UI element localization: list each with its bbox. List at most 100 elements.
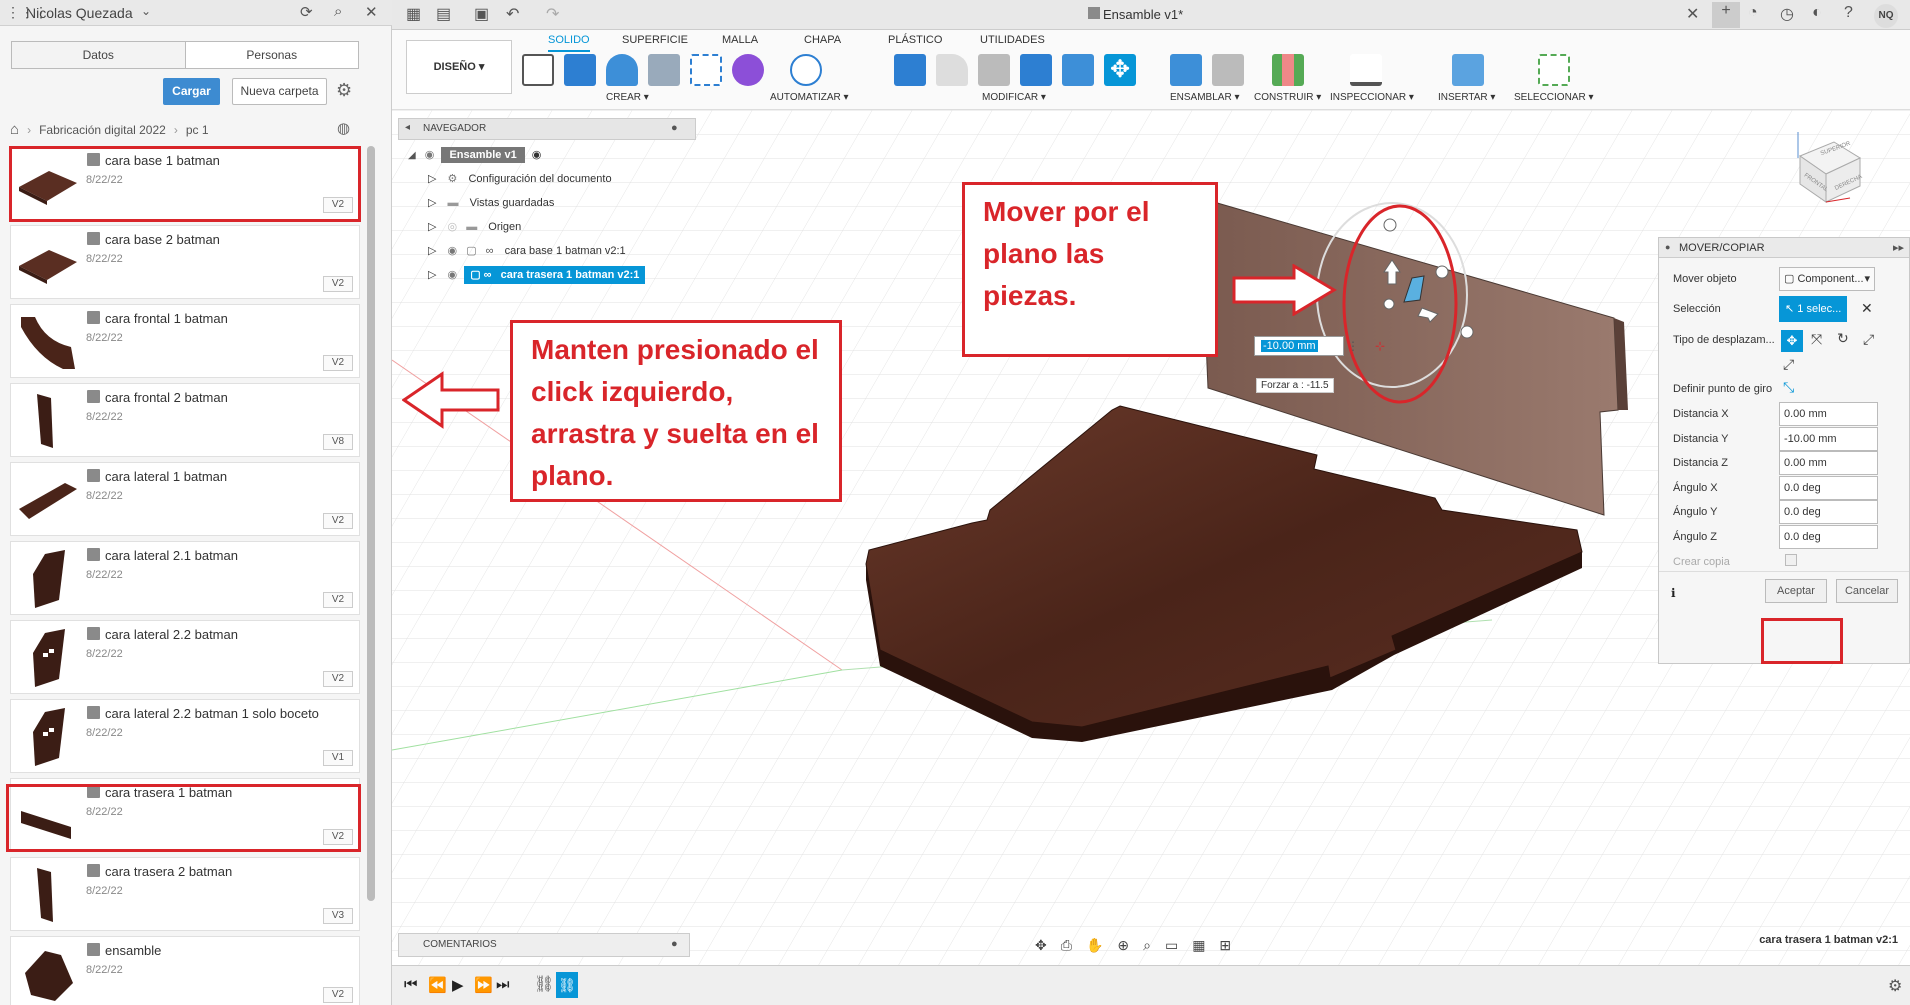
eye-hidden-icon[interactable]: ◎ — [448, 221, 458, 233]
display-settings-icon[interactable]: ▭ — [1165, 937, 1178, 959]
tree-item[interactable]: ▷ ◎ ▬ Origen — [428, 217, 648, 237]
automate-icon[interactable] — [790, 54, 822, 86]
help-icon[interactable]: ? — [1844, 4, 1853, 22]
pan-icon[interactable]: ✋ — [1086, 937, 1103, 959]
joint-icon[interactable] — [1212, 54, 1244, 86]
previous-step-icon[interactable]: ⏪ — [428, 976, 447, 994]
hole-icon[interactable] — [648, 54, 680, 86]
extrude-icon[interactable] — [564, 54, 596, 86]
navigator-header[interactable]: ◂ NAVEGADOR ● — [398, 118, 696, 140]
tab-datos[interactable]: Datos — [12, 42, 186, 68]
expand-icon[interactable]: ▷ — [428, 173, 436, 185]
combine-icon[interactable] — [1020, 54, 1052, 86]
press-pull-icon[interactable] — [894, 54, 926, 86]
list-item[interactable]: cara frontal 2 batman 8/22/22 V8 — [10, 383, 360, 457]
group-ensamblar[interactable]: ENSAMBLAR ▾ — [1170, 92, 1240, 103]
expand-icon[interactable]: ▸▸ — [1893, 241, 1904, 254]
list-item[interactable]: cara lateral 1 batman 8/22/22 V2 — [10, 462, 360, 536]
list-item[interactable]: cara trasera 2 batman 8/22/22 V3 — [10, 857, 360, 931]
group-crear[interactable]: CREAR ▾ — [606, 92, 649, 103]
timeline-joint-icon[interactable]: ⛓ — [534, 974, 554, 994]
viewcube[interactable]: SUPERIOR FRONTAL DERECHA — [1790, 128, 1866, 204]
offset-face-icon[interactable] — [1062, 54, 1094, 86]
expand-icon[interactable]: ▷ — [428, 269, 436, 281]
comments-panel[interactable]: COMENTARIOS ● — [398, 933, 690, 957]
file-icon[interactable]: ▤ — [436, 4, 451, 24]
upload-button[interactable]: Cargar — [163, 78, 220, 105]
cancel-button[interactable]: Cancelar — [1836, 579, 1898, 603]
close-tab-icon[interactable]: ✕ — [1686, 4, 1699, 24]
group-inspeccionar[interactable]: INSPECCIONAR ▾ — [1330, 92, 1414, 103]
eye-icon[interactable]: ◉ — [425, 149, 435, 161]
tab-utilidades[interactable]: UTILIDADES — [980, 34, 1045, 46]
new-folder-button[interactable]: Nueva carpeta — [232, 78, 327, 105]
point-to-position-icon[interactable]: ⤢ — [1783, 356, 1794, 373]
tab-superficie[interactable]: SUPERFICIE — [622, 34, 688, 46]
version-badge[interactable]: V2 — [323, 592, 353, 608]
point-to-point-icon[interactable]: ⤢ — [1863, 331, 1874, 348]
form-icon[interactable] — [732, 54, 764, 86]
timeline-move-icon[interactable]: ⛓ — [556, 972, 578, 998]
refresh-icon[interactable]: ⟳ — [300, 3, 313, 21]
group-construir[interactable]: CONSTRUIR ▾ — [1254, 92, 1321, 103]
list-item[interactable]: cara base 2 batman 8/22/22 V2 — [10, 225, 360, 299]
clear-selection-icon[interactable]: ✕ — [1861, 300, 1873, 317]
tab-chapa[interactable]: CHAPA — [804, 34, 841, 46]
more-icon[interactable]: ⋮ — [1347, 339, 1359, 353]
chevron-down-icon[interactable]: ⌄ — [141, 4, 151, 18]
eye-icon[interactable]: ◉ — [448, 245, 458, 257]
user-name[interactable]: Nicolas Quezada — [26, 5, 133, 21]
tab-personas[interactable]: Personas — [186, 42, 359, 68]
list-item[interactable]: cara lateral 2.2 batman 1 solo boceto 8/… — [10, 699, 360, 773]
search-icon[interactable]: ⌕ — [334, 3, 342, 20]
tree-item[interactable]: ▷ ⚙ Configuración del documento — [428, 169, 648, 189]
grid-icon[interactable]: ▦ — [406, 4, 421, 24]
measure-icon[interactable] — [1350, 54, 1382, 86]
expand-icon[interactable]: ▷ — [428, 197, 436, 209]
version-badge[interactable]: V1 — [323, 750, 353, 766]
fit-icon[interactable]: ⌕ — [1143, 937, 1151, 959]
selection-button[interactable]: ↖ 1 selec... — [1779, 296, 1847, 322]
scrollbar[interactable] — [367, 146, 375, 901]
gear-icon[interactable]: ⚙ — [1888, 976, 1902, 996]
target-icon[interactable]: ⊹ — [1375, 339, 1385, 353]
list-item[interactable]: cara lateral 2.1 batman 8/22/22 V2 — [10, 541, 360, 615]
next-step-icon[interactable]: ⏩ — [474, 976, 493, 994]
collapse-icon[interactable]: ● — [1665, 242, 1670, 252]
rotate-icon[interactable]: ↻ — [1837, 330, 1849, 347]
add-comment-icon[interactable]: ● — [671, 938, 678, 950]
eye-icon[interactable]: ◉ — [448, 269, 458, 281]
angle-z-input[interactable]: 0.0 deg — [1779, 525, 1878, 549]
home-icon[interactable]: ⌂ — [10, 121, 19, 138]
extensions-icon[interactable]: ◔ — [1748, 4, 1758, 22]
radio-icon[interactable]: ◉ — [532, 149, 542, 161]
grid-settings-icon[interactable]: ▦ — [1192, 937, 1205, 959]
notifications-icon[interactable]: ◐ — [1812, 4, 1822, 22]
breadcrumb-folder[interactable]: pc 1 — [186, 123, 209, 137]
angle-y-input[interactable]: 0.0 deg — [1779, 500, 1878, 524]
tree-item[interactable]: ▷ ▬ Vistas guardadas — [428, 193, 648, 213]
move-object-dropdown[interactable]: ▢ Component... ▾ — [1779, 267, 1875, 291]
tree-item[interactable]: ▷ ◉ ▢ ∞ cara base 1 batman v2:1 — [428, 241, 668, 261]
list-item[interactable]: ensamble 8/22/22 V2 — [10, 936, 360, 1005]
globe-icon[interactable]: ◍ — [337, 119, 350, 137]
group-automatizar[interactable]: AUTOMATIZAR ▾ — [770, 92, 849, 103]
pattern-icon[interactable] — [690, 54, 722, 86]
insert-image-icon[interactable] — [1452, 54, 1484, 86]
pivot-icon[interactable]: ⤡ — [1783, 379, 1794, 396]
collapse-triangle-icon[interactable]: ◢ — [408, 150, 416, 161]
version-badge[interactable]: V2 — [323, 513, 353, 529]
version-badge[interactable]: V2 — [323, 355, 353, 371]
expand-icon[interactable]: ▷ — [428, 245, 436, 257]
group-modificar[interactable]: MODIFICAR ▾ — [982, 92, 1046, 103]
version-badge[interactable]: V8 — [323, 434, 353, 450]
move-copy-icon[interactable]: ✥ — [1104, 54, 1136, 86]
zoom-icon[interactable]: ⊕ — [1117, 937, 1129, 959]
shell-icon[interactable] — [978, 54, 1010, 86]
play-icon[interactable]: ▶ — [452, 976, 464, 994]
viewports-icon[interactable]: ⊞ — [1219, 937, 1231, 959]
distance-z-input[interactable]: 0.00 mm — [1779, 451, 1878, 475]
tab-malla[interactable]: MALLA — [722, 34, 758, 46]
workspace-selector[interactable]: DISEÑO ▾ — [406, 40, 512, 94]
info-icon[interactable]: ℹ — [1671, 586, 1676, 600]
